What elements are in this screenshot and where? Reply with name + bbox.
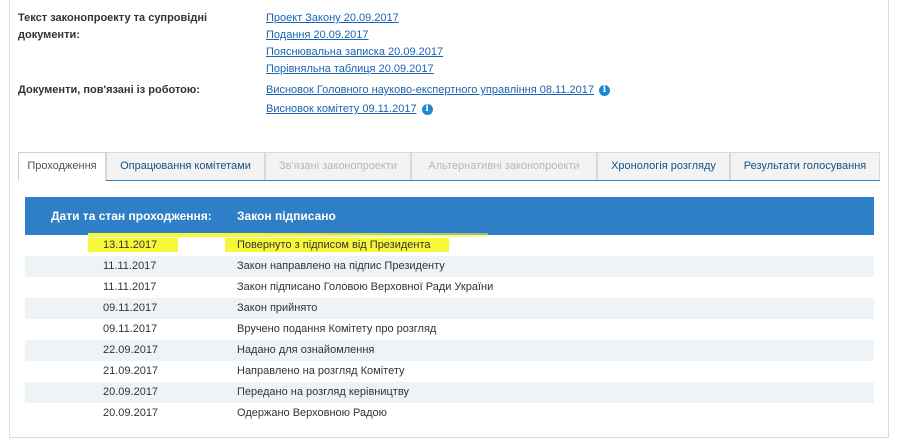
passage-row: 11.11.2017 Закон направлено на підпис Пр… xyxy=(25,256,874,277)
passage-status-text: Повернуто з підписом від Президента xyxy=(237,239,431,251)
passage-date: 09.11.2017 xyxy=(103,302,158,314)
tab-committee-processing[interactable]: Опрацювання комітетами xyxy=(106,152,265,180)
passage-row: 09.11.2017 Закон прийнято xyxy=(25,298,874,319)
link-comparative-table[interactable]: Порівняльна таблиця 20.09.2017 xyxy=(266,61,826,78)
passage-row: 22.09.2017 Надано для ознайомлення xyxy=(25,340,874,361)
passage-status-text: Направлено на розгляд Комітету xyxy=(237,365,405,377)
passage-date: 22.09.2017 xyxy=(103,344,159,356)
related-documents-links: Висновок Головного науково-експертного у… xyxy=(266,82,826,118)
passage-date: 09.11.2017 xyxy=(103,323,158,335)
passage-rows: 13.11.2017 Повернуто з підписом від През… xyxy=(25,233,874,424)
passage-date: 20.09.2017 xyxy=(103,407,159,419)
passage-header: Дати та стан проходження: Закон підписан… xyxy=(25,197,874,235)
passage-status-text: Надано для ознайомлення xyxy=(237,344,375,356)
passage-date: 13.11.2017 xyxy=(103,239,158,251)
passage-header-dates: Дати та стан проходження: xyxy=(51,209,212,223)
info-icon[interactable]: i xyxy=(421,104,433,115)
link-submission[interactable]: Подання 20.09.2017 xyxy=(266,27,826,44)
passage-date: 21.09.2017 xyxy=(103,365,159,377)
passage-row: 09.11.2017 Вручено подання Комітету про … xyxy=(25,319,874,340)
passage-date: 20.09.2017 xyxy=(103,386,159,398)
tab-passage[interactable]: Проходження xyxy=(18,152,106,181)
passage-row: 11.11.2017 Закон підписано Головою Верхо… xyxy=(25,277,874,298)
passage-header-status: Закон підписано xyxy=(237,209,336,223)
tab-linked-bills[interactable]: Зв'язані законопроекти xyxy=(265,152,411,180)
link-expert-conclusion[interactable]: Висновок Головного науково-експертного у… xyxy=(266,84,594,96)
link-draft-law[interactable]: Проект Закону 20.09.2017 xyxy=(266,10,826,27)
passage-status-text: Закон прийнято xyxy=(237,302,318,314)
tab-chronology[interactable]: Хронологія розгляду xyxy=(597,152,730,180)
tab-voting-results[interactable]: Результати голосування xyxy=(730,152,880,180)
link-committee-conclusion[interactable]: Висновок комітету 09.11.2017 xyxy=(266,103,417,115)
passage-status-text: Вручено подання Комітету про розгляд xyxy=(237,323,437,335)
link-explanatory-note[interactable]: Пояснювальна записка 20.09.2017 xyxy=(266,44,826,61)
passage-row: 13.11.2017 Повернуто з підписом від През… xyxy=(25,233,874,256)
passage-row: 21.09.2017 Направлено на розгляд Комітет… xyxy=(25,361,874,382)
tab-bar: Проходження Опрацювання комітетами Зв'яз… xyxy=(18,152,880,181)
passage-date: 11.11.2017 xyxy=(103,260,157,272)
passage-panel: Дати та стан проходження: Закон підписан… xyxy=(25,197,874,424)
bill-documents-label: Текст законопроекту та супровідні докуме… xyxy=(18,12,208,41)
tab-alternative-bills[interactable]: Альтернативні законопроекти xyxy=(411,152,597,180)
passage-status-text: Одержано Верховною Радою xyxy=(237,407,387,419)
info-icon[interactable]: i xyxy=(598,85,610,96)
related-documents-label: Документи, пов'язані із роботою: xyxy=(18,84,200,96)
bill-documents-links: Проект Закону 20.09.2017 Подання 20.09.2… xyxy=(266,10,826,78)
passage-row: 20.09.2017 Передано на розгляд керівницт… xyxy=(25,382,874,403)
passage-status-text: Передано на розгляд керівництву xyxy=(237,386,409,398)
passage-row: 20.09.2017 Одержано Верховною Радою xyxy=(25,403,874,424)
passage-status-text: Закон підписано Головою Верховної Ради У… xyxy=(237,281,494,293)
passage-status-text: Закон направлено на підпис Президенту xyxy=(237,260,445,272)
passage-date: 11.11.2017 xyxy=(103,281,157,293)
